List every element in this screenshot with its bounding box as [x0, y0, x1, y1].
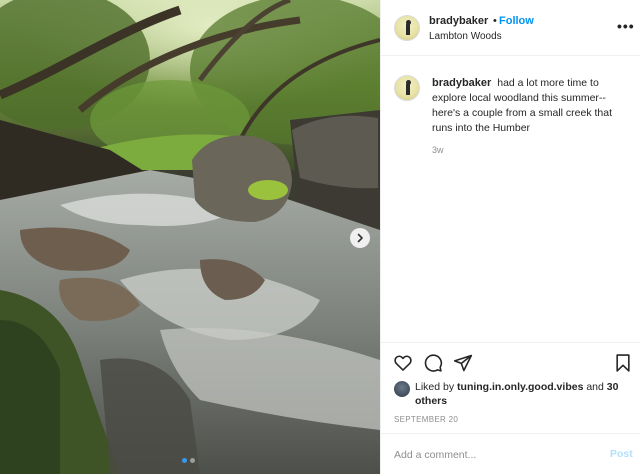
likes-prefix: Liked by [415, 381, 455, 393]
follow-button[interactable]: Follow [499, 15, 534, 27]
instagram-post: bradybaker • Follow Lambton Woods ••• br… [0, 0, 640, 474]
post-side-panel: bradybaker • Follow Lambton Woods ••• br… [380, 0, 640, 474]
post-photo[interactable] [0, 0, 380, 474]
carousel-dot-active [182, 458, 187, 463]
chevron-right-icon [357, 233, 363, 243]
user-avatar[interactable] [394, 15, 420, 41]
comment-box: Post [381, 433, 640, 474]
caption-avatar[interactable] [394, 75, 420, 101]
comment-icon[interactable] [423, 353, 443, 373]
liker-username[interactable]: tuning.in.only.good.vibes [457, 381, 583, 393]
header-username[interactable]: bradybaker [429, 15, 488, 27]
caption-username[interactable]: bradybaker [432, 77, 491, 89]
post-date[interactable]: SEPTEMBER 20 [394, 415, 458, 424]
comment-input[interactable] [394, 446, 594, 464]
liker-avatar[interactable] [394, 381, 410, 397]
next-slide-button[interactable] [350, 228, 370, 248]
post-comment-button[interactable]: Post [610, 448, 633, 460]
location-link[interactable]: Lambton Woods [429, 31, 502, 42]
likes-summary: Liked by tuning.in.only.good.vibes and 3… [415, 380, 635, 408]
caption-age: 3w [432, 145, 444, 155]
post-header: bradybaker • Follow Lambton Woods ••• [381, 0, 640, 56]
carousel-dot [190, 458, 195, 463]
carousel-indicator [182, 458, 195, 463]
bookmark-icon[interactable] [613, 353, 633, 373]
creek-photo [0, 0, 380, 474]
dot-separator: • [493, 15, 497, 27]
share-icon[interactable] [453, 353, 473, 373]
likes-and: and [586, 381, 604, 393]
heart-icon[interactable] [393, 353, 413, 373]
more-options-icon[interactable]: ••• [617, 18, 635, 34]
post-caption: bradybaker had a lot more time to explor… [432, 76, 632, 136]
